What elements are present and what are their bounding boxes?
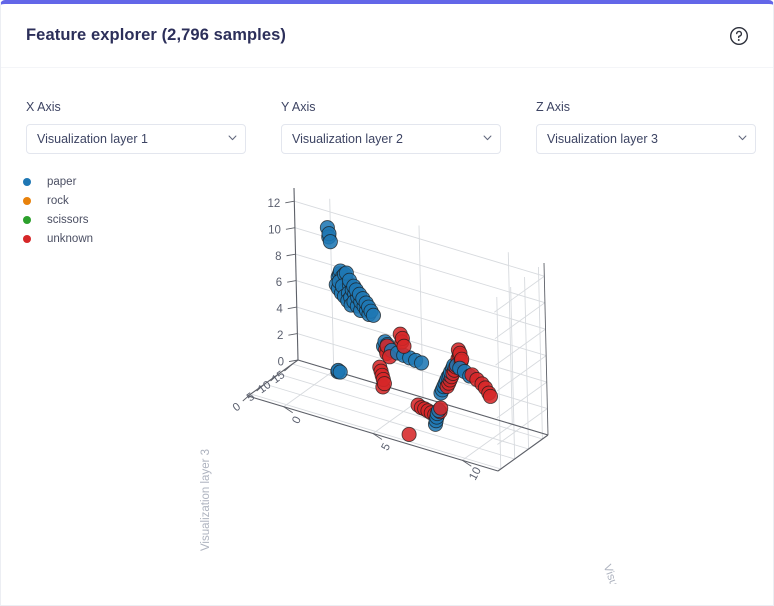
y-tick-mark bbox=[284, 363, 293, 372]
grid-line-z-right bbox=[495, 355, 547, 392]
y-axis-control: Y Axis Visualization layer 2 bbox=[281, 100, 501, 154]
y-axis-tick-label: 10 bbox=[256, 379, 273, 396]
x-axis-control: X Axis Visualization layer 1 bbox=[26, 100, 246, 154]
z-axis-select[interactable]: Visualization layer 3 bbox=[536, 124, 756, 154]
x-axis-label: X Axis bbox=[26, 100, 61, 114]
grid-line-x-left bbox=[418, 225, 424, 398]
z-axis-tick-label: 4 bbox=[276, 304, 283, 316]
grid-line-z-right bbox=[495, 328, 546, 366]
y-axis-tick-label: 15 bbox=[270, 369, 287, 386]
grid-line-z-right bbox=[494, 275, 545, 313]
y-axis-select-wrap: Visualization layer 2 bbox=[281, 124, 501, 154]
scatter-point-paper[interactable] bbox=[365, 307, 381, 323]
z-tick-mark bbox=[288, 333, 298, 336]
legend-item-label: unknown bbox=[47, 232, 94, 245]
z-axis-tick-label: 12 bbox=[268, 198, 281, 210]
z-tick-mark bbox=[287, 280, 297, 283]
feature-explorer-card: Feature explorer (2,796 samples) X Axis … bbox=[0, 0, 774, 606]
y-axis-select[interactable]: Visualization layer 2 bbox=[281, 124, 501, 154]
x-axis-tick-label: 5 bbox=[380, 441, 394, 452]
grid-line-z-right bbox=[497, 408, 548, 445]
legend-item-unknown[interactable]: unknown bbox=[23, 229, 93, 248]
axis-labels-group: 0246810120510150510Visualization layer 3… bbox=[200, 198, 647, 584]
z-axis-tick-label: 0 bbox=[278, 357, 284, 369]
feature-explorer-3d-scatter[interactable]: 0246810120510150510Visualization layer 3… bbox=[1, 164, 774, 584]
legend-item-paper[interactable]: paper bbox=[23, 172, 93, 191]
x-axis-select-wrap: Visualization layer 1 bbox=[26, 124, 246, 154]
y-axis-label: Y Axis bbox=[281, 100, 316, 114]
scatter-plot-area: paper rock scissors unknown 0 2 4 6 8 10 12 0 5 10 15… bbox=[1, 164, 774, 584]
help-circle-icon[interactable] bbox=[729, 26, 749, 46]
x-axis-tick-label: 0 bbox=[290, 415, 304, 426]
z-axis-label: Z Axis bbox=[536, 100, 571, 114]
chart-legend: paper rock scissors unknown bbox=[23, 172, 93, 248]
scatter-point-unknown[interactable] bbox=[433, 400, 449, 416]
scatter-point-paper[interactable] bbox=[332, 364, 348, 380]
z-tick-mark bbox=[286, 253, 296, 257]
z-axis-control: Z Axis Visualization layer 3 bbox=[536, 100, 756, 154]
legend-color-dot bbox=[23, 177, 31, 186]
x-axis-title: Visualization layer 1 bbox=[601, 563, 647, 584]
legend-color-dot bbox=[23, 234, 31, 243]
card-header: Feature explorer (2,796 samples) bbox=[1, 4, 773, 68]
scatter-point-unknown[interactable] bbox=[482, 388, 499, 404]
z-tick-mark bbox=[285, 227, 296, 230]
y-axis-tick-label: 0 bbox=[231, 401, 243, 414]
legend-color-dot bbox=[23, 196, 31, 205]
z-axis-tick-label: 6 bbox=[276, 277, 282, 289]
x-axis-tick-label: 10 bbox=[467, 465, 484, 482]
scatter-point-unknown[interactable] bbox=[401, 426, 417, 442]
scatter-point-paper[interactable] bbox=[322, 234, 338, 250]
z-tick-mark bbox=[285, 200, 295, 204]
legend-item-label: paper bbox=[47, 175, 77, 188]
grid-line-z-right bbox=[496, 381, 548, 419]
z-tick-mark bbox=[287, 306, 297, 310]
legend-item-rock[interactable]: rock bbox=[23, 191, 93, 210]
legend-item-label: scissors bbox=[47, 213, 89, 226]
y-axis-tick-label: 5 bbox=[245, 391, 257, 404]
z-axis-tick-label: 2 bbox=[277, 330, 283, 342]
page-title: Feature explorer (2,796 samples) bbox=[26, 26, 286, 44]
grid-line-z-right bbox=[494, 302, 546, 340]
x-axis-select[interactable]: Visualization layer 1 bbox=[26, 124, 246, 154]
scatter-point-paper[interactable] bbox=[414, 355, 430, 371]
z-axis-tick-label: 8 bbox=[275, 251, 281, 263]
scatter-point-unknown[interactable] bbox=[376, 376, 392, 392]
scatter-point-unknown[interactable] bbox=[396, 338, 412, 354]
axis-controls: X Axis Visualization layer 1 Y Axis Visu… bbox=[1, 68, 773, 154]
legend-item-scissors[interactable]: scissors bbox=[23, 210, 93, 229]
legend-color-dot bbox=[23, 215, 31, 224]
legend-item-label: rock bbox=[47, 194, 69, 207]
grid-line-floor-y bbox=[250, 393, 501, 470]
axis-edge-back-right-floor bbox=[497, 434, 549, 472]
z-axis-select-wrap: Visualization layer 3 bbox=[536, 124, 756, 154]
z-axis-title: Visualization layer 3 bbox=[200, 449, 212, 551]
z-axis-tick-label: 10 bbox=[268, 224, 281, 236]
